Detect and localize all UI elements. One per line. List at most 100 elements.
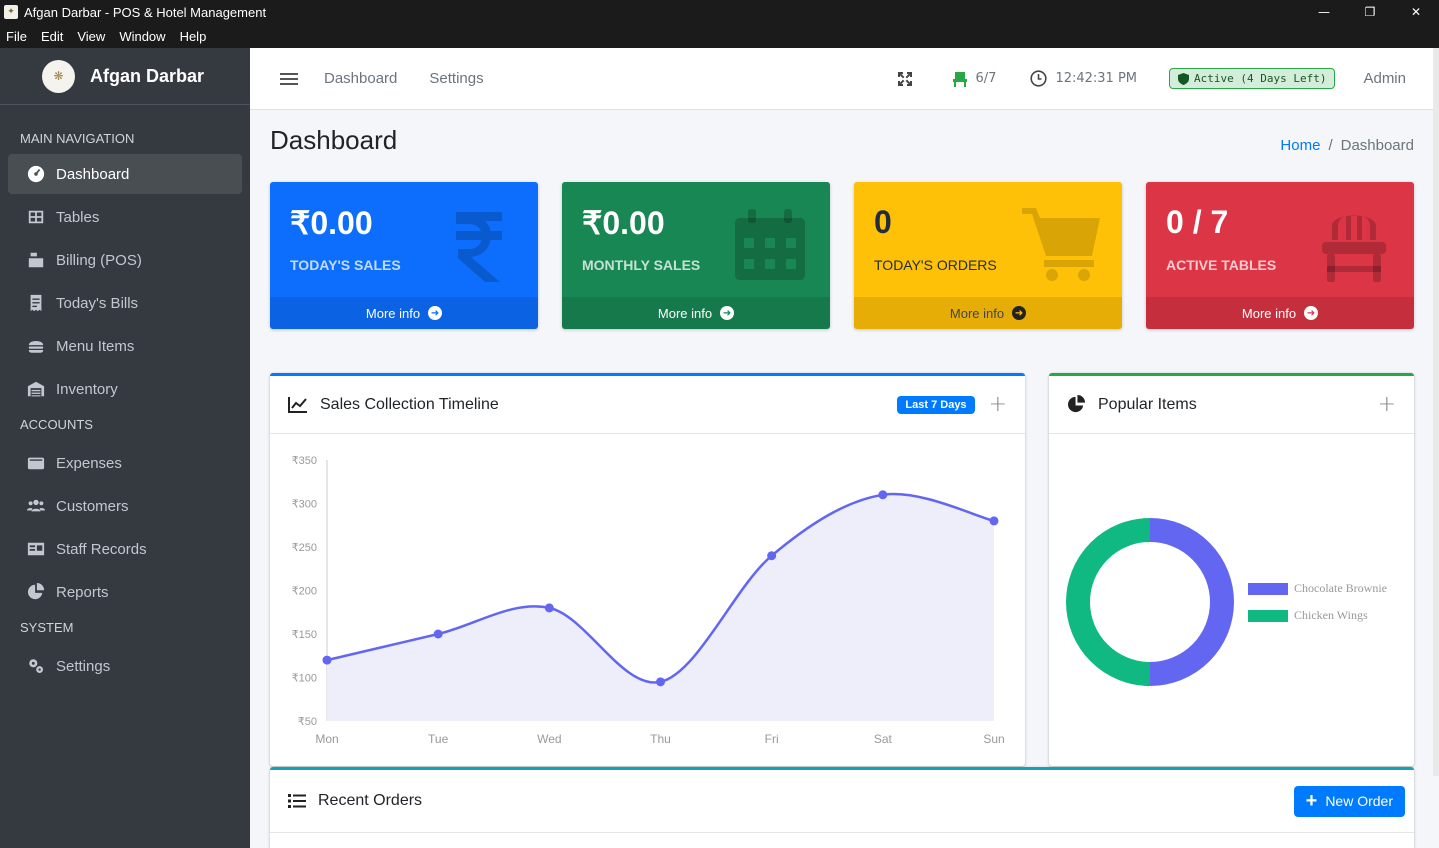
legend-swatch bbox=[1248, 582, 1288, 595]
data-point[interactable] bbox=[322, 655, 332, 665]
brand-name: Afgan Darbar bbox=[90, 65, 205, 86]
topnav-link-dashboard[interactable]: Dashboard bbox=[324, 70, 397, 87]
table-icon bbox=[26, 207, 46, 227]
sidebar-item-label: Reports bbox=[56, 583, 109, 601]
menu-window[interactable]: Window bbox=[119, 29, 165, 44]
sidebar-item-label: Dashboard bbox=[56, 165, 130, 183]
sidebar-item-reports[interactable]: Reports bbox=[8, 572, 242, 612]
expand-card-icon[interactable]: + bbox=[989, 392, 1007, 417]
sidebar-item-todays-bills[interactable]: Today's Bills bbox=[8, 283, 242, 323]
new-order-label: New Order bbox=[1325, 793, 1393, 809]
sidebar-item-menu-items[interactable]: Menu Items bbox=[8, 326, 242, 366]
data-point[interactable] bbox=[433, 629, 443, 639]
nav-header-main: MAIN NAVIGATION bbox=[20, 131, 135, 146]
shopping-cart-icon bbox=[1022, 208, 1100, 281]
nav-header-system: SYSTEM bbox=[20, 620, 74, 635]
stat-more-info-link[interactable]: More info ➜ bbox=[1146, 297, 1414, 329]
breadcrumb-current: Dashboard bbox=[1340, 137, 1414, 154]
sidebar-item-billing[interactable]: Billing (POS) bbox=[8, 240, 242, 280]
user-menu[interactable]: Admin bbox=[1363, 70, 1406, 87]
x-tick-label: Wed bbox=[537, 732, 561, 746]
sales-line-chart: ₹50 ₹100 ₹150 ₹200 ₹250 ₹300 ₹350 Mon Tue Wed Thu F… bbox=[292, 455, 1005, 746]
brand[interactable]: ❋ Afgan Darbar bbox=[0, 48, 250, 105]
stat-more-info-link[interactable]: More info ➜ bbox=[562, 297, 830, 329]
data-point[interactable] bbox=[767, 551, 777, 561]
data-point[interactable] bbox=[544, 603, 554, 613]
data-point[interactable] bbox=[656, 677, 665, 687]
page-title: Dashboard bbox=[270, 125, 398, 155]
breadcrumb-home[interactable]: Home bbox=[1280, 137, 1320, 154]
sidebar-item-settings[interactable]: Settings bbox=[8, 646, 242, 686]
donut-slice[interactable] bbox=[1149, 518, 1234, 686]
data-point[interactable] bbox=[989, 516, 999, 526]
topnav-link-settings[interactable]: Settings bbox=[429, 70, 483, 87]
stat-label: MONTHLY SALES bbox=[582, 257, 701, 273]
sidebar-item-inventory[interactable]: Inventory bbox=[8, 369, 242, 409]
x-tick-label: Thu bbox=[650, 732, 671, 746]
menu-help[interactable]: Help bbox=[180, 29, 207, 44]
y-tick-label: ₹300 bbox=[292, 499, 317, 511]
sidebar-item-staff-records[interactable]: Staff Records bbox=[8, 529, 242, 569]
cash-register-icon bbox=[26, 250, 46, 270]
arrow-right-icon: ➜ bbox=[428, 306, 443, 320]
sidebar-item-tables[interactable]: Tables bbox=[8, 197, 242, 237]
legend-label: Chicken Wings bbox=[1294, 608, 1368, 622]
close-button[interactable]: ✕ bbox=[1393, 0, 1439, 24]
page-scrollbar[interactable] bbox=[1433, 48, 1439, 776]
window-title: Afgan Darbar - POS & Hotel Management bbox=[24, 4, 267, 20]
stat-value: ₹0.00 bbox=[290, 205, 373, 241]
fullscreen-button[interactable] bbox=[897, 71, 920, 86]
legend-item[interactable]: Chicken Wings bbox=[1248, 608, 1368, 623]
chair-icon bbox=[1322, 215, 1386, 282]
stat-value: 0 / 7 bbox=[1166, 204, 1229, 240]
minimize-button[interactable]: — bbox=[1301, 0, 1347, 24]
y-tick-label: ₹50 bbox=[298, 716, 317, 728]
stat-more-info-link[interactable]: More info ➜ bbox=[854, 297, 1122, 329]
breadcrumb: Home / Dashboard bbox=[1280, 137, 1414, 154]
date-range-badge: Last 7 Days bbox=[897, 395, 975, 414]
legend-label: Chocolate Brownie bbox=[1294, 581, 1387, 595]
data-point[interactable] bbox=[878, 490, 888, 500]
id-card-icon bbox=[26, 539, 46, 559]
card-header: Recent Orders + New Order bbox=[270, 770, 1414, 833]
more-info-label: More info bbox=[949, 305, 1005, 321]
more-info-label: More info bbox=[1241, 305, 1297, 321]
y-tick-label: ₹100 bbox=[292, 673, 317, 685]
sidebar-item-customers[interactable]: Customers bbox=[8, 486, 242, 526]
plus-icon: + bbox=[1305, 790, 1318, 812]
menu-view[interactable]: View bbox=[77, 29, 105, 44]
receipt-icon bbox=[26, 293, 46, 313]
menu-edit[interactable]: Edit bbox=[41, 29, 63, 44]
burger-icon bbox=[26, 336, 46, 356]
stat-more-info-link[interactable]: More info ➜ bbox=[270, 297, 538, 329]
expand-card-icon[interactable]: + bbox=[1378, 392, 1396, 417]
y-tick-label: ₹150 bbox=[292, 629, 317, 641]
sidebar-item-label: Expenses bbox=[56, 454, 122, 472]
new-order-button[interactable]: + New Order bbox=[1293, 785, 1405, 817]
tables-count: 6/7 bbox=[975, 71, 997, 86]
donut-slice[interactable] bbox=[1066, 518, 1151, 686]
sidebar: ❋ Afgan Darbar MAIN NAVIGATION Dashboard… bbox=[0, 48, 250, 848]
card-title: Popular Items bbox=[1098, 395, 1197, 413]
arrow-right-icon: ➜ bbox=[720, 306, 735, 320]
recent-orders-card: Recent Orders + New Order bbox=[270, 767, 1414, 848]
x-tick-label: Tue bbox=[428, 732, 449, 746]
sidebar-item-label: Today's Bills bbox=[56, 294, 139, 312]
license-status-badge: Active (4 Days Left) bbox=[1169, 68, 1336, 89]
sales-timeline-card: Sales Collection Timeline Last 7 Days + … bbox=[270, 373, 1025, 766]
sidebar-item-dashboard[interactable]: Dashboard bbox=[8, 154, 242, 194]
legend-item[interactable]: Chocolate Brownie bbox=[1248, 581, 1387, 596]
y-tick-label: ₹200 bbox=[292, 586, 317, 598]
card-title: Sales Collection Timeline bbox=[320, 395, 499, 413]
app-icon: ✦ bbox=[4, 5, 18, 19]
restore-button[interactable]: ❐ bbox=[1347, 0, 1393, 24]
stat-label: TODAY'S ORDERS bbox=[874, 257, 997, 273]
sidebar-item-expenses[interactable]: Expenses bbox=[8, 443, 242, 483]
stat-box-todays-sales: ₹0.00 TODAY'S SALES More info ➜ bbox=[270, 182, 538, 329]
pie-chart-icon bbox=[26, 582, 46, 602]
tables-status[interactable]: 6/7 bbox=[952, 71, 997, 87]
menu-toggle-icon[interactable] bbox=[280, 72, 298, 85]
expand-icon bbox=[897, 71, 912, 86]
warehouse-icon bbox=[26, 379, 46, 399]
menu-file[interactable]: File bbox=[6, 29, 27, 44]
